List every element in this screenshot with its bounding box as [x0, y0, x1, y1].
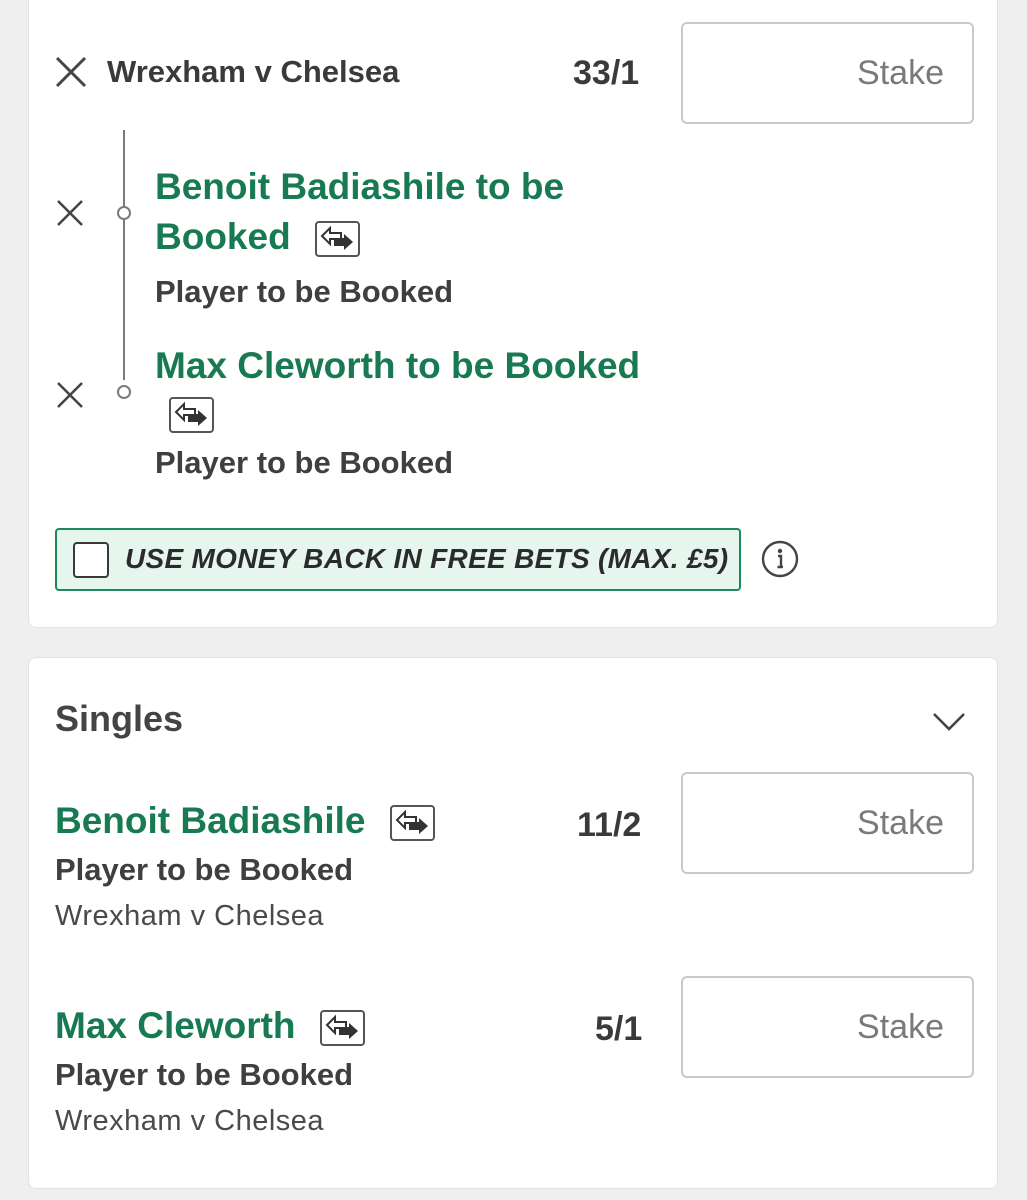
close-icon[interactable] — [55, 198, 85, 228]
swap-icon[interactable] — [319, 1010, 365, 1047]
swap-icon[interactable] — [314, 221, 360, 258]
selection-market: Player to be Booked — [155, 274, 454, 309]
singles-title: Singles — [55, 698, 184, 739]
single-odds: 5/1 — [595, 1010, 643, 1048]
chevron-down-icon[interactable] — [929, 706, 969, 736]
selection-name: Max Cleworth to be Booked — [155, 345, 641, 386]
single-name-row: Benoit Badiashile — [55, 796, 435, 846]
single-bet-item: Benoit Badiashile Player to be Booked Wr… — [55, 796, 435, 933]
acca-stake-input[interactable] — [681, 22, 974, 124]
close-icon[interactable] — [55, 380, 85, 410]
money-back-label: USE MONEY BACK IN FREE BETS (MAX. £5) — [125, 543, 729, 574]
selection-name: Max Cleworth — [55, 1005, 296, 1046]
close-icon[interactable] — [53, 54, 89, 90]
selection-event: Wrexham v Chelsea — [55, 1105, 325, 1137]
selection-timeline — [123, 130, 125, 380]
selection-market: Player to be Booked — [55, 852, 354, 887]
swap-icon[interactable] — [389, 805, 435, 842]
money-back-toggle[interactable]: USE MONEY BACK IN FREE BETS (MAX. £5) — [55, 528, 741, 591]
selection-name: Booked — [155, 216, 291, 257]
swap-icon[interactable] — [169, 397, 214, 433]
bet-builder-card: Wrexham v Chelsea 33/1 Benoit Badiashile… — [28, 0, 998, 628]
selection-name-line: Booked — [155, 212, 564, 262]
selection-name: Benoit Badiashile — [55, 800, 366, 841]
info-icon[interactable] — [761, 540, 799, 578]
single-stake-input[interactable] — [681, 772, 974, 874]
single-bet-item: Max Cleworth Player to be Booked Wrexham… — [55, 1001, 365, 1138]
singles-card: Singles Benoit Badiashile Player to be B… — [28, 657, 998, 1189]
single-stake-input[interactable] — [681, 976, 974, 1078]
money-back-checkbox[interactable] — [73, 542, 109, 578]
selection-market: Player to be Booked — [155, 445, 454, 480]
timeline-node — [117, 385, 131, 399]
single-odds: 11/2 — [577, 806, 642, 844]
selection-name: Benoit Badiashile to be — [155, 166, 565, 207]
single-name-row: Max Cleworth — [55, 1001, 365, 1051]
selection-event: Wrexham v Chelsea — [55, 900, 325, 932]
timeline-node — [117, 206, 131, 220]
selection-item: Max Cleworth to be Booked Player to be B… — [155, 341, 640, 481]
selection-market: Player to be Booked — [55, 1057, 354, 1092]
selection-item: Benoit Badiashile to be Booked Player to… — [155, 162, 564, 310]
swap-row — [169, 397, 640, 433]
match-title: Wrexham v Chelsea — [107, 54, 400, 89]
acca-odds: 33/1 — [573, 54, 640, 92]
